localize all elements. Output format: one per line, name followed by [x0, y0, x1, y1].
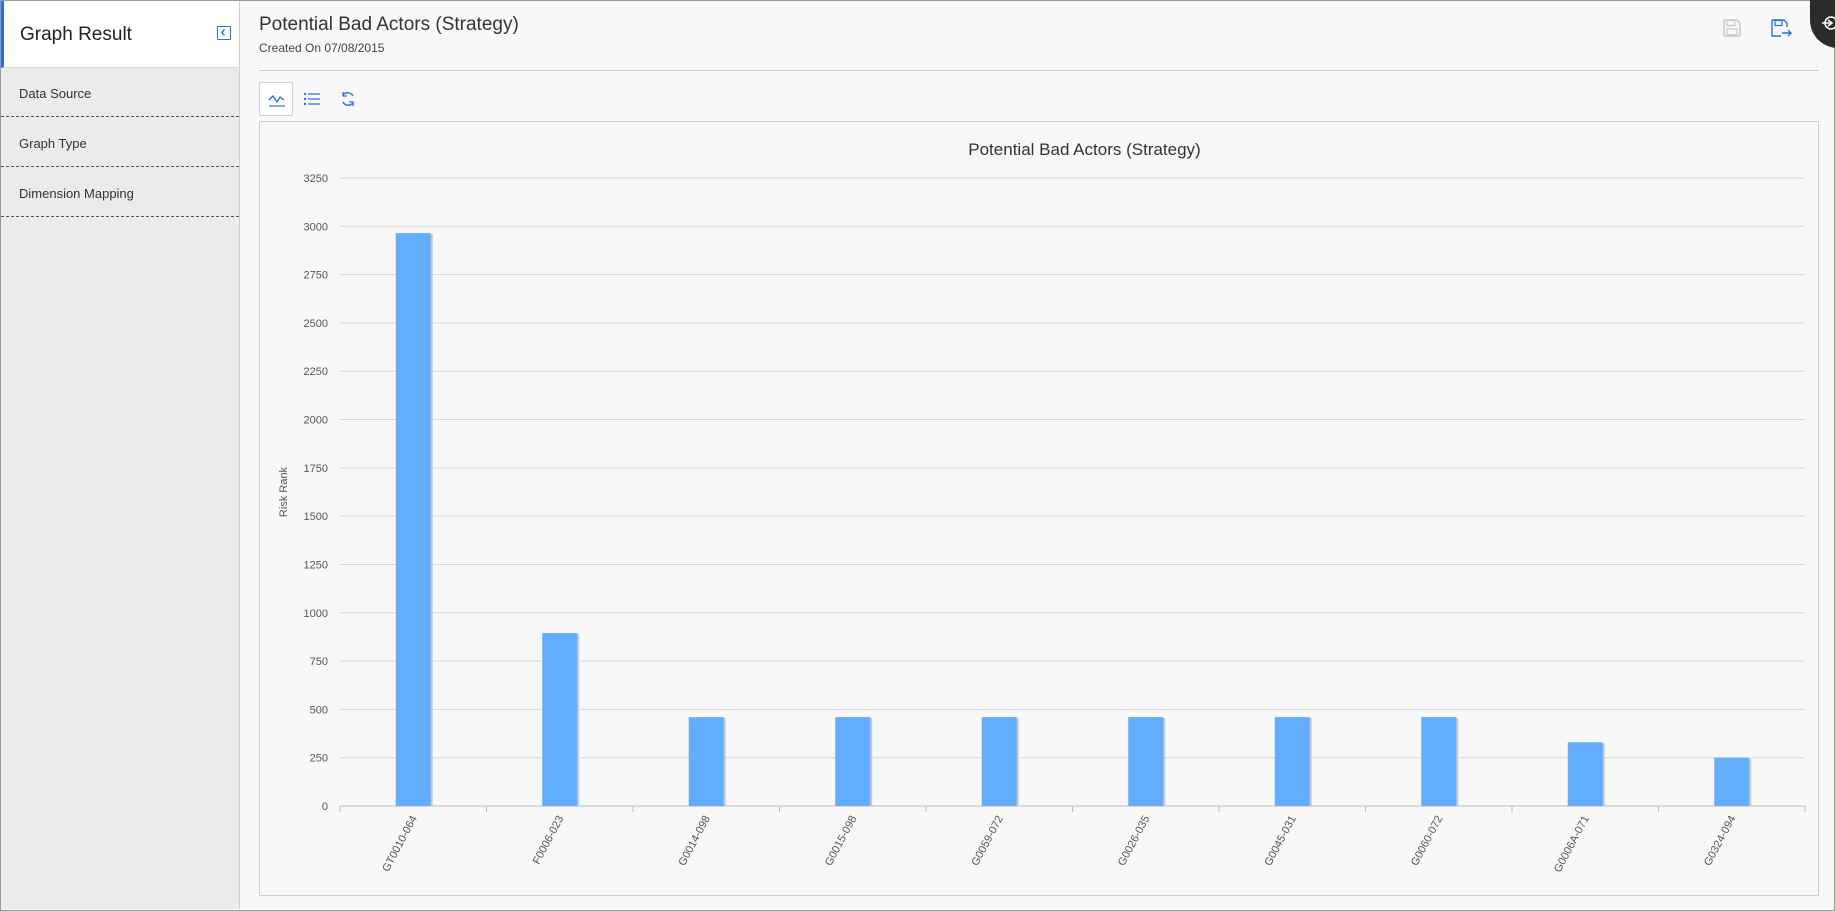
bar	[395, 233, 431, 806]
page-subtitle: Created On 07/08/2015	[259, 41, 385, 55]
bar	[688, 717, 724, 806]
y-tick-label: 1000	[304, 608, 328, 620]
sidebar-item-dimension-mapping[interactable]: Dimension Mapping	[1, 168, 239, 217]
sidebar-item-label: Dimension Mapping	[19, 186, 134, 201]
header-divider	[259, 70, 1819, 71]
x-tick-label: G0324-094	[1702, 814, 1738, 868]
chart-view-button[interactable]	[259, 82, 293, 116]
bar	[542, 633, 578, 806]
bar	[1128, 717, 1164, 806]
x-tick-label: F0006-023	[531, 814, 567, 867]
bar	[1714, 757, 1750, 806]
y-tick-label: 750	[310, 656, 328, 668]
chart-container: Potential Bad Actors (Strategy) 0 250 500 75…	[259, 121, 1819, 896]
x-tick-label: GT0010-064	[380, 814, 420, 874]
x-tick-label: G0006A-071	[1552, 814, 1592, 875]
bar-chart: Potential Bad Actors (Strategy) 0 250 500 75…	[278, 140, 1806, 875]
list-icon	[303, 92, 320, 106]
y-tick-label: 2750	[304, 270, 328, 282]
y-tick-label: 3250	[304, 173, 328, 185]
sidebar: Graph Result Data Source Graph Type Dime…	[1, 1, 240, 909]
save-as-icon[interactable]	[1769, 17, 1792, 39]
page-title: Potential Bad Actors (Strategy)	[259, 14, 519, 35]
sidebar-item-data-source[interactable]: Data Source	[1, 68, 239, 117]
y-tick-label: 1250	[304, 559, 328, 571]
x-tick-label: G0015-098	[823, 814, 859, 868]
bar	[835, 717, 871, 806]
x-tick-label: G0026-035	[1116, 814, 1152, 868]
x-tick-label: G0014-098	[676, 814, 712, 868]
y-tick-label: 2250	[304, 366, 328, 378]
x-tick-label: G0060-072	[1409, 814, 1445, 868]
bar	[1421, 717, 1457, 806]
x-tick-label: G0045-031	[1262, 814, 1298, 868]
sidebar-title: Graph Result	[20, 24, 132, 45]
expand-panel-button[interactable]	[1810, 0, 1835, 48]
refresh-button[interactable]	[331, 82, 365, 116]
sidebar-item-graph-type[interactable]: Graph Type	[1, 118, 239, 167]
sidebar-item-label: Graph Type	[19, 136, 87, 151]
y-tick-label: 250	[310, 753, 328, 765]
bar	[981, 717, 1017, 806]
y-axis-label: Risk Rank	[278, 466, 290, 517]
sidebar-header: Graph Result	[1, 1, 239, 68]
save-icon[interactable]	[1721, 17, 1743, 39]
bar	[1567, 742, 1603, 806]
main-panel: Potential Bad Actors (Strategy) Created …	[240, 0, 1835, 911]
chart-title: Potential Bad Actors (Strategy)	[968, 140, 1200, 159]
y-tick-label: 2500	[304, 318, 328, 330]
y-tick-label: 0	[322, 801, 328, 813]
y-tick-label: 1750	[304, 463, 328, 475]
y-tick-label: 2000	[304, 415, 328, 427]
x-tick-label: G0059-072	[969, 814, 1005, 868]
bar	[1274, 717, 1310, 806]
y-tick-label: 1500	[304, 511, 328, 523]
y-tick-label: 500	[310, 704, 328, 716]
sidebar-item-label: Data Source	[19, 86, 92, 101]
list-view-button[interactable]	[295, 82, 329, 116]
chevron-left-icon[interactable]	[217, 26, 231, 40]
line-chart-icon	[268, 94, 285, 107]
y-tick-label: 3000	[304, 221, 328, 233]
refresh-icon	[342, 92, 354, 106]
